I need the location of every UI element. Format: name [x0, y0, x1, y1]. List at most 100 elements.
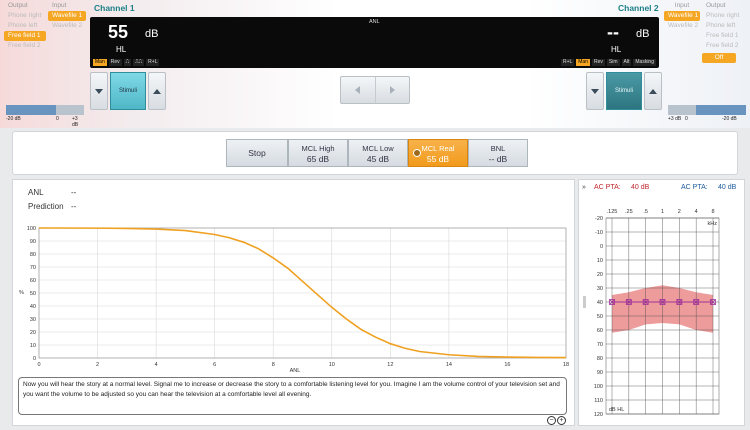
bnl-button[interactable]: BNL -- dB	[468, 139, 528, 167]
left-slider-track	[56, 105, 84, 115]
db-tick-label: -10	[595, 230, 603, 236]
db-tick-label: 120	[594, 412, 603, 418]
y-tick-label: 20	[30, 330, 36, 336]
mcl-high-button[interactable]: MCL High 65 dB	[288, 139, 348, 167]
x-tick-label: 2	[96, 362, 99, 368]
prediction-value: --	[71, 202, 77, 211]
ch1-mode-rev[interactable]: Rev	[108, 59, 122, 66]
input-wavefile-1[interactable]: Wavefile 1	[48, 11, 86, 21]
db-tick-label: 10	[597, 258, 603, 264]
freq-tick-label: .5	[643, 209, 648, 215]
chart-grid	[38, 227, 567, 359]
db-tick-label: 100	[594, 384, 603, 390]
ch2-stimuli-button[interactable]: Stimuli	[606, 72, 642, 110]
ch2-mode-man[interactable]: Man	[576, 59, 590, 66]
anl-result-label: ANL	[28, 188, 44, 197]
input-wavefile-1-right[interactable]: Wavefile 1	[664, 11, 700, 21]
freq-tick-label: 1	[661, 209, 664, 215]
y-tick-label: 80	[30, 252, 36, 258]
ch2-mode-alt[interactable]: Alt	[621, 59, 632, 66]
chevron-down-icon	[95, 88, 103, 94]
right-arrow-button[interactable]	[376, 77, 410, 103]
mcl-low-value: 45 dB	[366, 154, 390, 164]
db-tick-label: 20	[597, 272, 603, 278]
db-tick-label: 70	[597, 342, 603, 348]
x-tick-label: 14	[446, 362, 452, 368]
zoom-in-icon[interactable]: +	[557, 416, 566, 425]
ch1-mode-man[interactable]: Man	[93, 59, 107, 66]
left-slider-min: -20 dB	[6, 116, 21, 122]
x-tick-label: 10	[329, 362, 335, 368]
expand-arrow-icon[interactable]: »	[582, 184, 586, 191]
right-slider-mid: 0	[685, 116, 688, 122]
x-tick-label: 18	[563, 362, 569, 368]
left-input-list: Input Wavefile 1 Wavefile 2	[48, 1, 86, 31]
x-axis-label: ANL	[290, 368, 301, 374]
output-phone-right[interactable]: Phone right	[4, 11, 46, 21]
y-tick-label: 70	[30, 265, 36, 271]
left-gain-slider[interactable]: -20 dB 0 +3 dB	[6, 105, 84, 128]
channel-1-unit: dB	[145, 28, 159, 40]
y-tick-label: 0	[33, 356, 36, 362]
right-slider-track	[668, 105, 696, 115]
ch2-mode-rev[interactable]: Rev	[592, 59, 605, 66]
output-free-field-1[interactable]: Free field 1	[4, 31, 46, 41]
db-tick-label: 30	[597, 286, 603, 292]
input-header: Input	[52, 2, 67, 9]
chevron-up-icon	[649, 88, 657, 94]
output-phone-right-r[interactable]: Phone right	[702, 11, 748, 21]
ch2-level-up-button[interactable]	[644, 72, 662, 110]
left-arrow-button[interactable]	[341, 77, 376, 103]
left-slider-fill	[6, 105, 56, 115]
input-wavefile-2[interactable]: Wavefile 2	[48, 21, 86, 31]
instruction-textbox[interactable]: Now you will hear the story at a normal …	[18, 377, 567, 415]
output-free-field-2[interactable]: Free field 2	[4, 41, 46, 51]
channel-1-hl: HL	[116, 45, 127, 54]
ch1-stimuli-button[interactable]: Stimuli	[110, 72, 146, 110]
mcl-real-button[interactable]: MCL Real 55 dB	[408, 139, 468, 167]
bnl-label: BNL	[490, 144, 506, 153]
ch2-mode-masking[interactable]: Masking	[633, 59, 656, 66]
y-tick-label: 90	[30, 239, 36, 245]
db-hl-label: dB HL	[609, 407, 624, 413]
zoom-out-icon[interactable]: −	[547, 416, 556, 425]
ch1-level-up-button[interactable]	[148, 72, 166, 110]
off-button[interactable]: Off	[702, 53, 736, 63]
x-tick-label: 4	[155, 362, 158, 368]
x-tick-label: 8	[272, 362, 275, 368]
zoom-controls: − +	[547, 416, 566, 425]
freq-tick-label: 8	[711, 209, 714, 215]
output-phone-left-r[interactable]: Phone left	[702, 21, 748, 31]
db-tick-label: -20	[595, 216, 603, 222]
ch1-mode-rl[interactable]: R+L	[146, 59, 160, 66]
mcl-low-button[interactable]: MCL Low 45 dB	[348, 139, 408, 167]
ch2-mode-sim[interactable]: Sim	[606, 59, 620, 66]
left-slider-mid: 0	[56, 116, 59, 122]
stop-button[interactable]: Stop	[226, 139, 288, 167]
ch1-level-down-button[interactable]	[90, 72, 108, 110]
chevron-down-icon	[591, 88, 599, 94]
right-slider-max: -20 dB	[722, 116, 737, 122]
y-tick-label: 40	[30, 304, 36, 310]
freq-tick-label: .125	[607, 209, 618, 215]
ch1-mode-warble[interactable]: ⎍⎍	[133, 59, 145, 66]
channel-display: ANL 55 dB HL Man Rev ⎍ ⎍⎍ R+L -- dB HL R…	[90, 17, 659, 68]
mcl-high-value: 65 dB	[306, 154, 330, 164]
ch2-level-down-button[interactable]	[586, 72, 604, 110]
output-free-field-1-r[interactable]: Free field 1	[702, 31, 748, 41]
output-header-right: Output	[706, 2, 726, 9]
freq-tick-label: .25	[625, 209, 633, 215]
output-free-field-2-r[interactable]: Free field 2	[702, 41, 748, 51]
left-output-list: Output Phone right Phone left Free field…	[4, 1, 46, 51]
ch2-mode-rl[interactable]: R+L	[560, 59, 575, 66]
right-slider-min: +3 dB	[668, 116, 682, 122]
x-tick-label: 12	[387, 362, 393, 368]
balance-control	[340, 76, 410, 104]
right-gain-slider[interactable]: +3 dB 0 -20 dB	[668, 105, 746, 123]
input-wavefile-2-right[interactable]: Wavefile 2	[664, 21, 700, 31]
anl-result-value: --	[71, 188, 77, 197]
mcl-low-label: MCL Low	[362, 144, 394, 153]
output-phone-left[interactable]: Phone left	[4, 21, 46, 31]
ch1-mode-pulse[interactable]: ⎍	[123, 59, 132, 66]
khz-label: kHz	[708, 221, 718, 227]
